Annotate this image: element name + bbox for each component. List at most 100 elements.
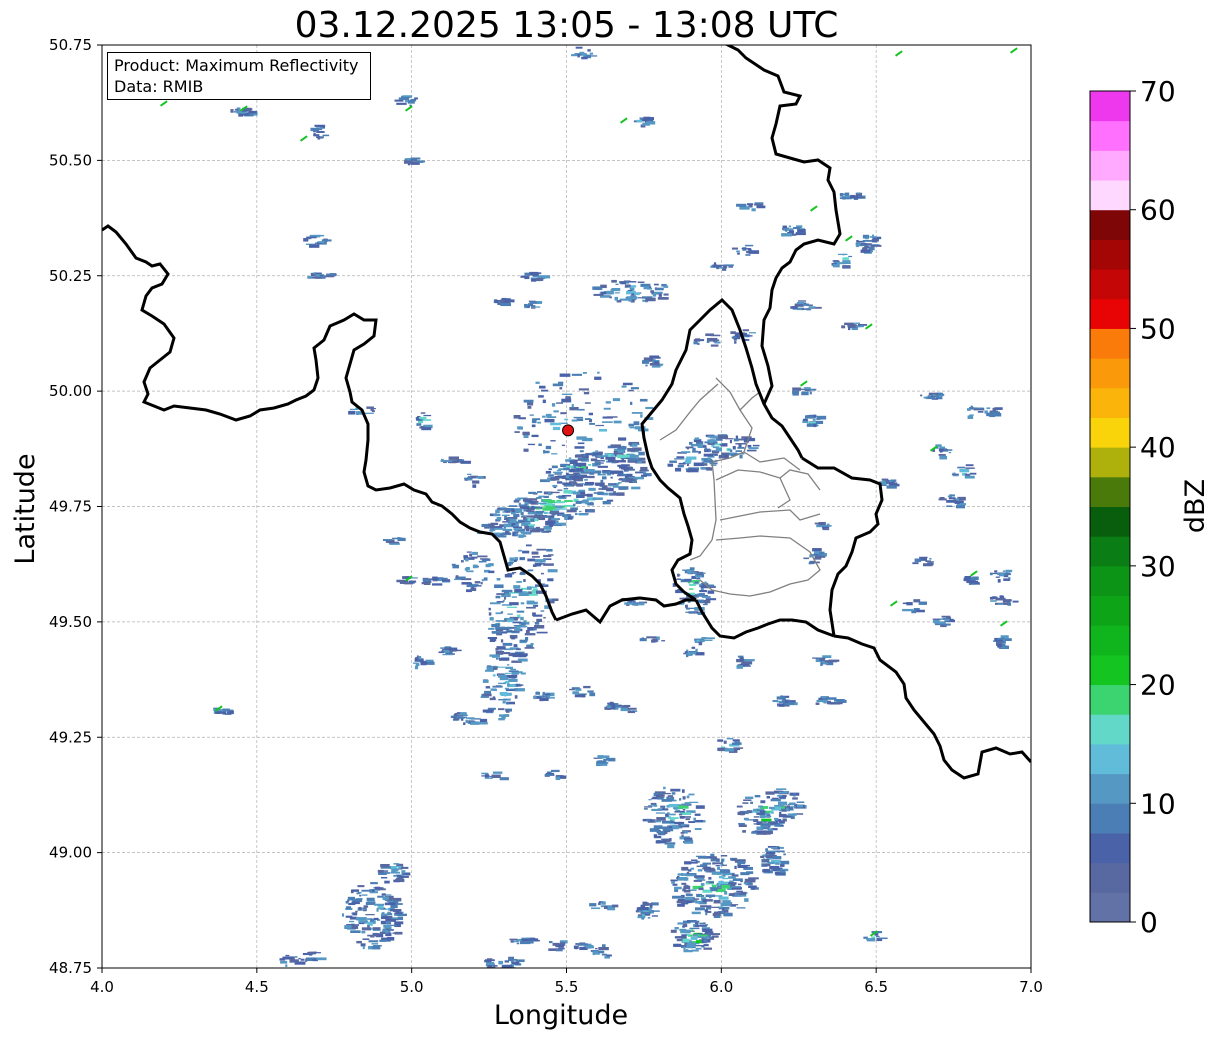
- echo-cell: [691, 929, 694, 932]
- y-tick-label: 49.25: [49, 728, 92, 746]
- colorbar-segment: [1090, 358, 1130, 389]
- echo-cell: [545, 413, 552, 417]
- echo-cell: [662, 792, 671, 795]
- echo-cell: [770, 847, 778, 849]
- echo-cell: [538, 695, 548, 697]
- echo-cell: [534, 621, 540, 625]
- echo-cell: [682, 809, 686, 811]
- echo-cell: [527, 405, 532, 409]
- echo-cell: [902, 602, 912, 605]
- echo-cell: [702, 899, 707, 903]
- x-tick-label: 6.0: [709, 978, 733, 996]
- echo-cell: [584, 418, 591, 420]
- echo-cell: [547, 520, 556, 524]
- echo-cell: [512, 621, 522, 624]
- echo-cell: [797, 804, 803, 808]
- echo-cell: [528, 491, 536, 494]
- echo-cell: [289, 959, 299, 963]
- echo-cell: [1005, 569, 1013, 573]
- echo-cell: [400, 866, 409, 869]
- echo-cell: [592, 453, 603, 456]
- echo-cell: [311, 276, 320, 279]
- echo-cell: [516, 610, 525, 613]
- echo-cell: [606, 416, 618, 418]
- echo-cell: [361, 927, 372, 931]
- echo-cell: [303, 238, 309, 242]
- echo-cell: [382, 539, 392, 542]
- echo-cell: [584, 479, 588, 481]
- echo-cell: [682, 925, 686, 928]
- echo-cell: [569, 475, 580, 479]
- echo-cell: [656, 817, 666, 821]
- echo-cell: [502, 700, 506, 704]
- echo-cell: [531, 551, 539, 555]
- echo-cell: [631, 293, 635, 296]
- echo-cell: [522, 550, 530, 554]
- echo-cell: [756, 826, 764, 830]
- echo-cell: [548, 941, 553, 944]
- echo-cell: [397, 916, 404, 921]
- echo-cell: [484, 959, 492, 963]
- echo-cell: [365, 901, 376, 905]
- echo-cell: [628, 389, 634, 392]
- echo-cell: [663, 285, 669, 288]
- echo-cell: [585, 455, 589, 457]
- echo-cell: [602, 500, 611, 505]
- echo-cell: [505, 511, 511, 513]
- echo-cell: [750, 801, 754, 804]
- echo-cell: [532, 556, 540, 558]
- echo-cell: [497, 708, 505, 711]
- echo-cell: [558, 508, 568, 510]
- echo-cell: [744, 244, 754, 247]
- echo-cell: [689, 567, 695, 571]
- echo-cell: [482, 693, 492, 697]
- echo-cell: [703, 947, 712, 950]
- echo-streak: [845, 235, 853, 242]
- echo-cell: [541, 389, 549, 392]
- echo-cell: [555, 949, 563, 952]
- echo-cell: [550, 422, 562, 426]
- echo-cell: [575, 46, 583, 49]
- echo-cell: [741, 661, 753, 665]
- echo-cell: [474, 581, 481, 584]
- echo-cell: [730, 331, 736, 335]
- echo-cell: [551, 403, 556, 407]
- echo-cell: [779, 703, 785, 707]
- echo-cell: [704, 909, 708, 913]
- echo-cell: [381, 937, 391, 940]
- echo-cell: [820, 662, 823, 666]
- echo-cell: [534, 605, 539, 607]
- echo-cell: [505, 666, 513, 670]
- echo-cell: [314, 124, 326, 127]
- colorbar-segment: [1090, 209, 1130, 240]
- echo-cell: [679, 798, 682, 801]
- echo-cell: [310, 127, 320, 132]
- echo-cell: [843, 265, 851, 268]
- echo-cell: [729, 439, 732, 444]
- echo-cell: [496, 666, 507, 668]
- echo-cell: [624, 602, 634, 605]
- echo-cell: [607, 459, 616, 463]
- echo-cell: [601, 421, 613, 423]
- echo-cell: [939, 448, 945, 452]
- echo-cell: [754, 204, 764, 206]
- echo-cell: [577, 457, 589, 460]
- echo-cell: [526, 586, 532, 590]
- echo-cell: [744, 437, 756, 442]
- echo-cell: [611, 279, 617, 283]
- echo-cell: [504, 617, 514, 620]
- echo-cell: [692, 447, 696, 452]
- echo-cell: [513, 644, 518, 648]
- echo-cell: [551, 769, 560, 773]
- echo-cell: [688, 468, 696, 471]
- echo-cell: [1002, 570, 1006, 572]
- echo-cell: [732, 873, 735, 875]
- echo-cell: [480, 696, 489, 698]
- echo-cell: [579, 510, 582, 513]
- echo-cell: [394, 912, 403, 915]
- echo-cell: [579, 51, 585, 53]
- echo-cell: [358, 906, 362, 911]
- echo-cell: [555, 776, 561, 781]
- echo-cell: [410, 157, 421, 160]
- echo-cell: [594, 376, 602, 380]
